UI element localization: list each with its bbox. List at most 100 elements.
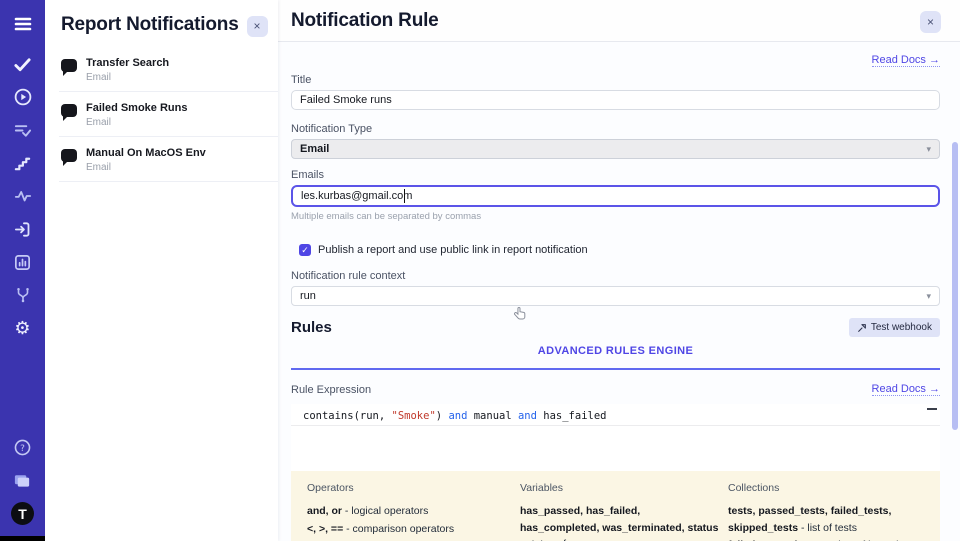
help-item: <, >, == - comparison operators bbox=[307, 521, 512, 538]
app-logo[interactable]: T bbox=[11, 502, 34, 525]
app-root: ⚙ ? T Report Notifications × Transfer Se… bbox=[0, 0, 960, 541]
logo-letter: T bbox=[18, 506, 27, 522]
notification-channel: Email bbox=[86, 72, 268, 83]
help-item: and, or - logical operators bbox=[307, 503, 512, 520]
help-keywords: <, >, == bbox=[307, 523, 343, 535]
chevron-down-icon: ▾ bbox=[926, 144, 931, 155]
help-item: failed_tests.size - number of items in c… bbox=[728, 537, 924, 541]
notification-channel: Email bbox=[86, 117, 268, 128]
vertical-scrollbar[interactable] bbox=[952, 142, 958, 430]
checkbox-checked-icon[interactable] bbox=[299, 244, 311, 256]
notification-list-item[interactable]: Manual On MacOS Env Email bbox=[45, 137, 278, 181]
chevron-down-icon: ▾ bbox=[926, 291, 931, 302]
help-desc: - logical operators bbox=[342, 505, 428, 517]
help-column-title: Operators bbox=[307, 482, 512, 494]
notification-title: Failed Smoke Runs bbox=[86, 101, 268, 115]
panel-title: Report Notifications bbox=[61, 14, 239, 36]
context-label: Notification rule context bbox=[291, 270, 940, 282]
help-item: has_passed, has_failed, has_completed, w… bbox=[520, 503, 720, 541]
rule-expression-label: Rule Expression bbox=[291, 384, 371, 396]
notification-type-value: Email bbox=[300, 143, 329, 155]
notification-type-label: Notification Type bbox=[291, 123, 940, 135]
notification-title: Transfer Search bbox=[86, 56, 268, 70]
text-caret bbox=[404, 189, 405, 203]
emails-label: Emails bbox=[291, 169, 940, 181]
list-divider bbox=[59, 181, 278, 182]
code-token: has_failed bbox=[537, 410, 607, 422]
help-desc: - list of tests bbox=[798, 522, 857, 534]
title-input[interactable] bbox=[291, 90, 940, 110]
svg-text:?: ? bbox=[20, 443, 25, 453]
play-circle-icon[interactable] bbox=[12, 86, 34, 108]
rule-form: Read Docs → Title Notification Type Emai… bbox=[278, 42, 960, 541]
publish-report-checkbox-row[interactable]: Publish a report and use public link in … bbox=[299, 244, 940, 256]
notification-list-item[interactable]: Transfer Search Email bbox=[45, 47, 278, 91]
gear-icon[interactable]: ⚙ bbox=[12, 317, 34, 339]
code-token: manual bbox=[467, 410, 518, 422]
notification-rule-panel: Notification Rule × Read Docs → Title No… bbox=[278, 0, 960, 541]
help-icon[interactable]: ? bbox=[12, 436, 34, 458]
code-token: ) bbox=[436, 410, 449, 422]
help-keywords: has_passed, has_failed, has_completed, w… bbox=[520, 505, 718, 534]
close-panel-button[interactable]: × bbox=[247, 16, 268, 37]
code-token-string: "Smoke" bbox=[392, 410, 436, 422]
close-rule-button[interactable]: × bbox=[920, 11, 941, 33]
rules-row: Rules Test webhook bbox=[291, 318, 940, 337]
panel-header: Report Notifications × bbox=[45, 0, 278, 47]
code-token: contains(run, bbox=[303, 410, 392, 422]
webhook-arrows-icon bbox=[857, 323, 867, 333]
rules-tab-bar: ADVANCED RULES ENGINE bbox=[291, 341, 940, 370]
context-value: run bbox=[300, 290, 316, 302]
expression-row: Rule Expression Read Docs → bbox=[291, 383, 940, 396]
title-label: Title bbox=[291, 74, 940, 86]
rule-expression-editor[interactable]: contains(run, "Smoke") and manual and ha… bbox=[291, 404, 940, 471]
read-docs-link[interactable]: Read Docs → bbox=[872, 54, 940, 67]
branch-icon[interactable] bbox=[12, 284, 34, 306]
bar-chart-icon[interactable] bbox=[12, 251, 34, 273]
activity-icon[interactable] bbox=[12, 185, 34, 207]
notification-list-item[interactable]: Failed Smoke Runs Email bbox=[45, 92, 278, 136]
page-title: Notification Rule bbox=[291, 10, 439, 32]
check-icon[interactable] bbox=[12, 53, 34, 75]
menu-icon[interactable] bbox=[12, 13, 34, 35]
read-docs-link[interactable]: Read Docs → bbox=[872, 383, 940, 396]
tab-advanced-rules-engine[interactable]: ADVANCED RULES ENGINE bbox=[538, 345, 694, 357]
help-desc: - comparison operators bbox=[343, 523, 454, 535]
help-keywords: and, or bbox=[307, 505, 342, 517]
test-webhook-button[interactable]: Test webhook bbox=[849, 318, 940, 337]
sidebar-bottom: ? T bbox=[11, 436, 34, 531]
list-check-icon[interactable] bbox=[12, 119, 34, 141]
emails-helper-text: Multiple emails can be separated by comm… bbox=[291, 211, 940, 222]
notification-type-select[interactable]: Email ▾ bbox=[291, 139, 940, 159]
test-webhook-label: Test webhook bbox=[871, 322, 932, 333]
emails-input[interactable] bbox=[291, 185, 940, 207]
import-icon[interactable] bbox=[12, 218, 34, 240]
help-column-operators: Operators and, or - logical operators <,… bbox=[307, 482, 512, 541]
editor-resize-handle[interactable] bbox=[927, 408, 937, 410]
publish-report-label: Publish a report and use public link in … bbox=[318, 244, 588, 256]
docs-row: Read Docs → bbox=[291, 50, 940, 64]
expression-help-panel: Operators and, or - logical operators <,… bbox=[291, 471, 940, 541]
help-column-title: Collections bbox=[728, 482, 924, 494]
context-select[interactable]: run ▾ bbox=[291, 286, 940, 306]
rules-heading: Rules bbox=[291, 319, 332, 336]
chat-bubble-icon bbox=[61, 104, 77, 117]
sidebar: ⚙ ? T bbox=[0, 0, 45, 541]
chat-bubble-icon bbox=[61, 59, 77, 72]
report-notifications-panel: Report Notifications × Transfer Search E… bbox=[45, 0, 278, 541]
rule-header: Notification Rule × bbox=[278, 0, 960, 42]
help-item: tests, passed_tests, failed_tests, skipp… bbox=[728, 503, 924, 536]
steps-icon[interactable] bbox=[12, 152, 34, 174]
help-column-title: Variables bbox=[520, 482, 720, 494]
window-corner bbox=[0, 536, 45, 541]
notification-title: Manual On MacOS Env bbox=[86, 146, 268, 160]
emails-field-wrap bbox=[291, 185, 940, 207]
code-token-keyword: and bbox=[448, 410, 467, 422]
chat-bubble-icon bbox=[61, 149, 77, 162]
help-column-collections: Collections tests, passed_tests, failed_… bbox=[728, 482, 924, 541]
rule-expression-code[interactable]: contains(run, "Smoke") and manual and ha… bbox=[291, 404, 940, 426]
notification-channel: Email bbox=[86, 162, 268, 173]
code-token-keyword: and bbox=[518, 410, 537, 422]
help-column-variables: Variables has_passed, has_failed, has_co… bbox=[520, 482, 720, 541]
library-icon[interactable] bbox=[12, 469, 34, 491]
